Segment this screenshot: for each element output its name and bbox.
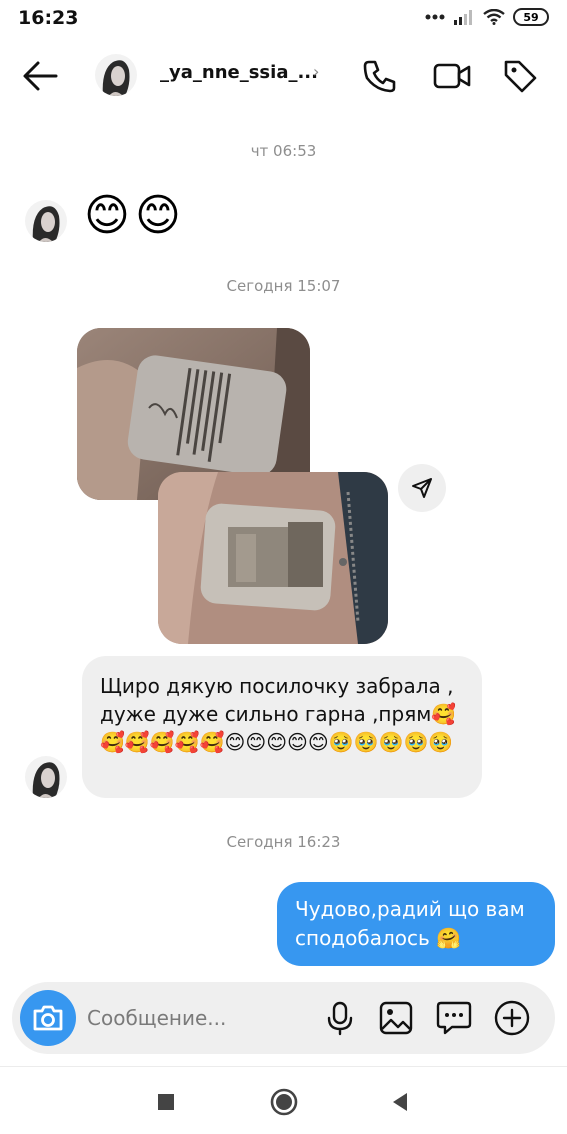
battery-level: 59 <box>523 10 539 24</box>
sender-avatar[interactable] <box>25 200 67 242</box>
sticker-button[interactable] <box>434 998 474 1038</box>
message-timestamp: чт 06:53 <box>250 142 317 160</box>
incoming-message-bubble[interactable]: Щиро дякую посилочку забрала , дуже дуже… <box>82 656 482 798</box>
back-nav-button[interactable] <box>383 1085 417 1119</box>
triangle-back-icon <box>393 1093 407 1111</box>
sender-avatar[interactable] <box>25 756 67 798</box>
avatar-photo <box>95 54 137 96</box>
outgoing-message-bubble[interactable]: Чудово,радий що вам сподобалось 🤗 <box>277 882 555 966</box>
dots-icon <box>425 14 445 20</box>
emoji-message-1[interactable]: 😊 <box>84 194 130 238</box>
video-call-button[interactable] <box>432 56 472 96</box>
square-icon <box>158 1094 174 1110</box>
avatar-photo <box>25 200 67 242</box>
sticker-icon <box>436 1001 472 1035</box>
status-icons: 59 <box>425 8 549 26</box>
gallery-button[interactable] <box>376 998 416 1038</box>
gallery-icon <box>379 1001 413 1035</box>
more-button[interactable] <box>492 998 532 1038</box>
voice-message-button[interactable] <box>320 998 360 1038</box>
wifi-icon <box>483 9 505 25</box>
status-time: 16:23 <box>18 7 79 29</box>
tag-icon <box>504 60 537 93</box>
signal-icon <box>454 10 472 25</box>
battery-icon: 59 <box>513 8 549 26</box>
plus-icon <box>494 1000 530 1036</box>
photo-dog-tag-picture <box>158 472 388 644</box>
circle-icon <box>270 1088 298 1116</box>
photo-message-2[interactable] <box>158 472 388 644</box>
recents-button[interactable] <box>149 1085 183 1119</box>
share-button[interactable] <box>398 464 446 512</box>
system-nav-bar <box>0 1066 567 1134</box>
tag-button[interactable] <box>500 56 540 96</box>
message-timestamp: Сегодня 16:23 <box>226 833 341 851</box>
phone-icon <box>363 60 396 93</box>
camera-icon <box>33 1005 63 1031</box>
audio-call-button[interactable] <box>360 56 400 96</box>
video-camera-icon <box>433 63 471 89</box>
status-bar: 16:23 59 <box>0 0 567 36</box>
chat-header: _ya_nne_ssia_... › <box>0 40 567 112</box>
camera-button[interactable] <box>20 990 76 1046</box>
paper-plane-icon <box>412 478 432 498</box>
message-timestamp: Сегодня 15:07 <box>226 277 341 295</box>
chevron-right-icon[interactable]: › <box>313 62 319 81</box>
home-button[interactable] <box>267 1085 301 1119</box>
emoji-message-2[interactable]: 😊 <box>135 194 181 238</box>
avatar[interactable] <box>95 54 137 96</box>
back-button[interactable] <box>20 58 60 94</box>
contact-username[interactable]: _ya_nne_ssia_... <box>160 62 318 83</box>
microphone-icon <box>327 1001 353 1036</box>
back-arrow-icon <box>23 61 58 91</box>
message-composer <box>12 982 555 1054</box>
avatar-photo <box>25 756 67 798</box>
message-input[interactable] <box>87 1004 307 1032</box>
